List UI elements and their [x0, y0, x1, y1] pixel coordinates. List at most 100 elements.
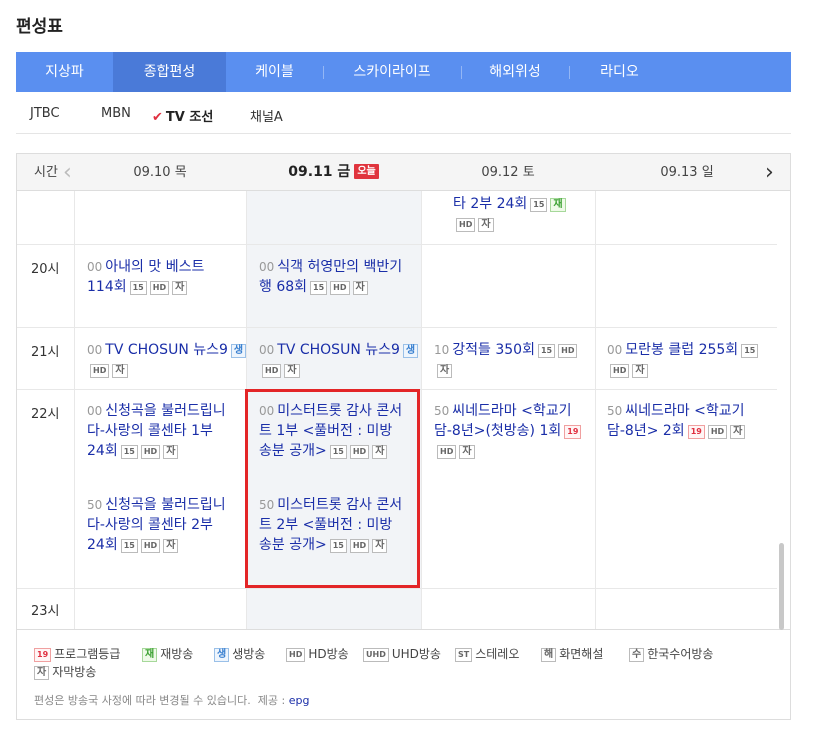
- program-item[interactable]: 50 신청곡을 불러드립니다-사랑의 콜센타 2부 24회 15 HD 자: [87, 495, 232, 555]
- channel-mbn[interactable]: MBN: [101, 106, 131, 121]
- day-header-sun: 09.13 일: [660, 165, 714, 180]
- channel-tvchosun-label: TV 조선: [165, 110, 214, 125]
- program-title[interactable]: 씨네드라마 <학교기담-8년>(첫방송) 1회: [434, 403, 572, 439]
- program-item[interactable]: 00 아내의 맛 베스트 114회 15 HD 자: [87, 257, 232, 297]
- chevron-left-icon[interactable]: ‹: [63, 154, 72, 191]
- badge-15: 15: [530, 198, 548, 212]
- program-minute: 50: [87, 498, 103, 512]
- badge-자: 자: [163, 539, 179, 553]
- program-minute: 50: [434, 404, 450, 418]
- legend-item: HD HD방송: [286, 646, 349, 662]
- badge-19: 19: [564, 425, 582, 439]
- channel-jtbc[interactable]: JTBC: [30, 106, 60, 121]
- legend-item: 생 생방송: [214, 646, 265, 662]
- program-item[interactable]: 00 TV CHOSUN 뉴스9 생 HD 자: [87, 340, 247, 380]
- program-title[interactable]: 모란봉 클럽 255회: [625, 342, 738, 358]
- badge-hd: HD: [558, 344, 578, 358]
- badge-hd: HD: [707, 425, 728, 439]
- badge-15: 15: [310, 281, 328, 295]
- badge-생: 생: [214, 648, 230, 662]
- chevron-right-icon[interactable]: ›: [765, 154, 774, 191]
- hour-label: 23시: [31, 604, 60, 619]
- badge-자: 자: [730, 425, 746, 439]
- badge-해: 해: [541, 648, 557, 662]
- day-header-thu: 09.10 목: [133, 165, 187, 180]
- badge-15: 15: [120, 445, 138, 459]
- badge-자: 자: [632, 364, 648, 378]
- badge-자: 자: [437, 364, 453, 378]
- program-item[interactable]: 00 모란봉 클럽 255회 15 HD 자: [607, 340, 767, 380]
- today-badge: 오늘: [354, 164, 379, 179]
- channel-tvchosun[interactable]: ✔ TV 조선: [152, 106, 213, 125]
- program-title[interactable]: TV CHOSUN 뉴스9: [105, 342, 228, 358]
- tab-skylife[interactable]: 스카이라이프: [323, 52, 461, 92]
- program-minute: 00: [87, 260, 103, 274]
- program-title[interactable]: TV CHOSUN 뉴스9: [277, 342, 400, 358]
- program-minute: 00: [259, 343, 275, 357]
- program-item[interactable]: 00 TV CHOSUN 뉴스9 생 HD 자: [259, 340, 419, 380]
- badge-수: 수: [629, 648, 645, 662]
- program-minute: 00: [259, 260, 275, 274]
- row-divider: [17, 244, 777, 245]
- program-item[interactable]: 50 씨네드라마 <학교기담-8년>(첫방송) 1회 19 HD 자: [434, 401, 584, 461]
- tab-cable[interactable]: 케이블: [226, 52, 323, 92]
- badge-hd: HD: [286, 648, 306, 662]
- badge-hd: HD: [149, 281, 170, 295]
- col-divider: [74, 191, 75, 629]
- provider-link[interactable]: epg: [289, 694, 310, 707]
- hour-label: 22시: [31, 407, 60, 422]
- program-item[interactable]: 타 2부 24회 15 재 HD 자: [453, 194, 573, 234]
- legend-item: 해 화면해설: [541, 646, 603, 662]
- provider-label: 제공 :: [257, 694, 286, 707]
- channel-tabs: JTBC MBN ✔ TV 조선 채널A: [16, 92, 791, 134]
- badge-19: 19: [687, 425, 705, 439]
- legend-item: 재 재방송: [142, 646, 193, 662]
- tab-radio[interactable]: 라디오: [569, 52, 670, 92]
- day-header-fri: 09.11 금 오늘: [246, 154, 421, 191]
- legend-label: 한국수어방송: [647, 647, 714, 661]
- row-divider: [17, 588, 777, 589]
- tab-terrestrial[interactable]: 지상파: [16, 52, 113, 92]
- hour-label: 21시: [31, 345, 60, 360]
- program-minute: 00: [87, 343, 103, 357]
- legend: 19 프로그램등급 재 재방송 생 생방송 HD HD방송 UHD UHD방송 ST 스테레…: [16, 630, 791, 720]
- badge-생: 생: [230, 344, 247, 358]
- col-divider: [421, 191, 422, 629]
- badge-hd: HD: [262, 364, 282, 378]
- badge-hd: HD: [330, 281, 350, 295]
- legend-label: UHD방송: [391, 647, 441, 661]
- badge-자: 자: [34, 666, 50, 680]
- channel-a[interactable]: 채널A: [250, 106, 283, 125]
- legend-label: 자막방송: [52, 665, 97, 679]
- scrollbar[interactable]: [779, 543, 784, 630]
- badge-자: 자: [352, 281, 368, 295]
- badge-자: 자: [478, 218, 494, 232]
- badge-hd: HD: [437, 445, 457, 459]
- time-header: 시간: [34, 165, 58, 180]
- program-minute: 00: [607, 343, 623, 357]
- page-title: 편성표: [16, 17, 63, 37]
- program-item[interactable]: 00 신청곡을 불러드립니다-사랑의 콜센타 1부 24회 15 HD 자: [87, 401, 232, 461]
- program-item[interactable]: 50 씨네드라마 <학교기담-8년> 2회 19 HD 자: [607, 401, 762, 441]
- hour-label: 20시: [31, 262, 60, 277]
- badge-hd: HD: [140, 445, 161, 459]
- day-header-fri-date: 09.11 금: [288, 164, 351, 180]
- category-tabs: 지상파 종합편성 케이블 스카이라이프 해외위성 라디오: [16, 52, 791, 92]
- tab-overseas[interactable]: 해외위성: [461, 52, 569, 92]
- legend-item: 수 한국수어방송: [629, 646, 713, 662]
- program-title[interactable]: 강적들 350회: [452, 342, 535, 358]
- tab-general[interactable]: 종합편성: [113, 52, 226, 92]
- program-title[interactable]: 타 2부 24회: [453, 196, 527, 212]
- badge-재: 재: [550, 198, 566, 212]
- legend-item: ST 스테레오: [455, 646, 519, 662]
- col-divider: [595, 191, 596, 629]
- badge-15: 15: [120, 539, 138, 553]
- badge-hd: HD: [90, 364, 110, 378]
- highlight-box: [245, 389, 420, 588]
- program-item[interactable]: 00 식객 허영만의 백반기행 68회 15 HD 자: [259, 257, 409, 297]
- program-item[interactable]: 10 강적들 350회 15 HD 자: [434, 340, 584, 380]
- legend-label: 스테레오: [475, 647, 520, 661]
- badge-자: 자: [172, 281, 188, 295]
- legend-item: 자 자막방송: [34, 664, 96, 680]
- day-header-sat: 09.12 토: [481, 165, 535, 180]
